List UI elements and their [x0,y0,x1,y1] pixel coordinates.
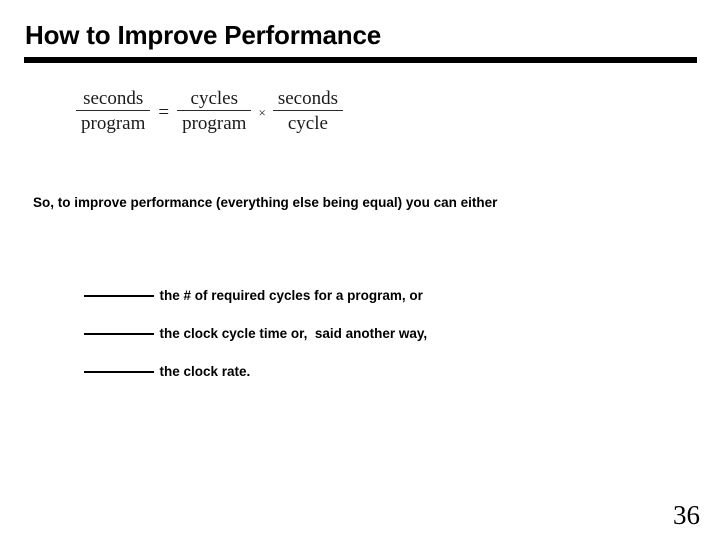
fraction-denominator: program [182,113,247,135]
blank-underline [83,333,154,335]
list-item-label: the # of required cycles for a program, … [159,288,423,303]
fraction-denominator: program [81,113,146,135]
fraction-denominator: cycle [287,113,328,135]
performance-equation: seconds program = cycles program × secon… [76,88,343,135]
fraction-cycles-per-program: cycles program [177,88,252,135]
lead-paragraph: So, to improve performance (everything e… [33,195,498,210]
equals-operator: = [158,101,170,123]
blank-underline [83,371,154,373]
fraction-numerator: cycles [190,88,239,109]
improvement-options-list: the # of required cycles for a program, … [61,270,427,384]
fraction-seconds-per-program: seconds program [76,88,151,135]
list-item: the # of required cycles for a program, … [61,270,427,308]
multiply-operator: × [258,104,266,120]
list-item-label: the clock rate. [159,364,251,379]
slide: How to Improve Performance seconds progr… [0,0,720,540]
blank-underline [83,295,154,297]
page-number: 36 [673,500,700,530]
list-item-label: the clock cycle time or, said another wa… [159,326,428,341]
list-item: the clock cycle time or, said another wa… [61,308,427,346]
page-title: How to Improve Performance [25,20,381,50]
fraction-seconds-per-cycle: seconds cycle [272,88,343,135]
fraction-numerator: seconds [277,88,338,109]
fraction-numerator: seconds [83,88,144,109]
title-divider [24,57,697,63]
list-item: the clock rate. [61,346,427,384]
